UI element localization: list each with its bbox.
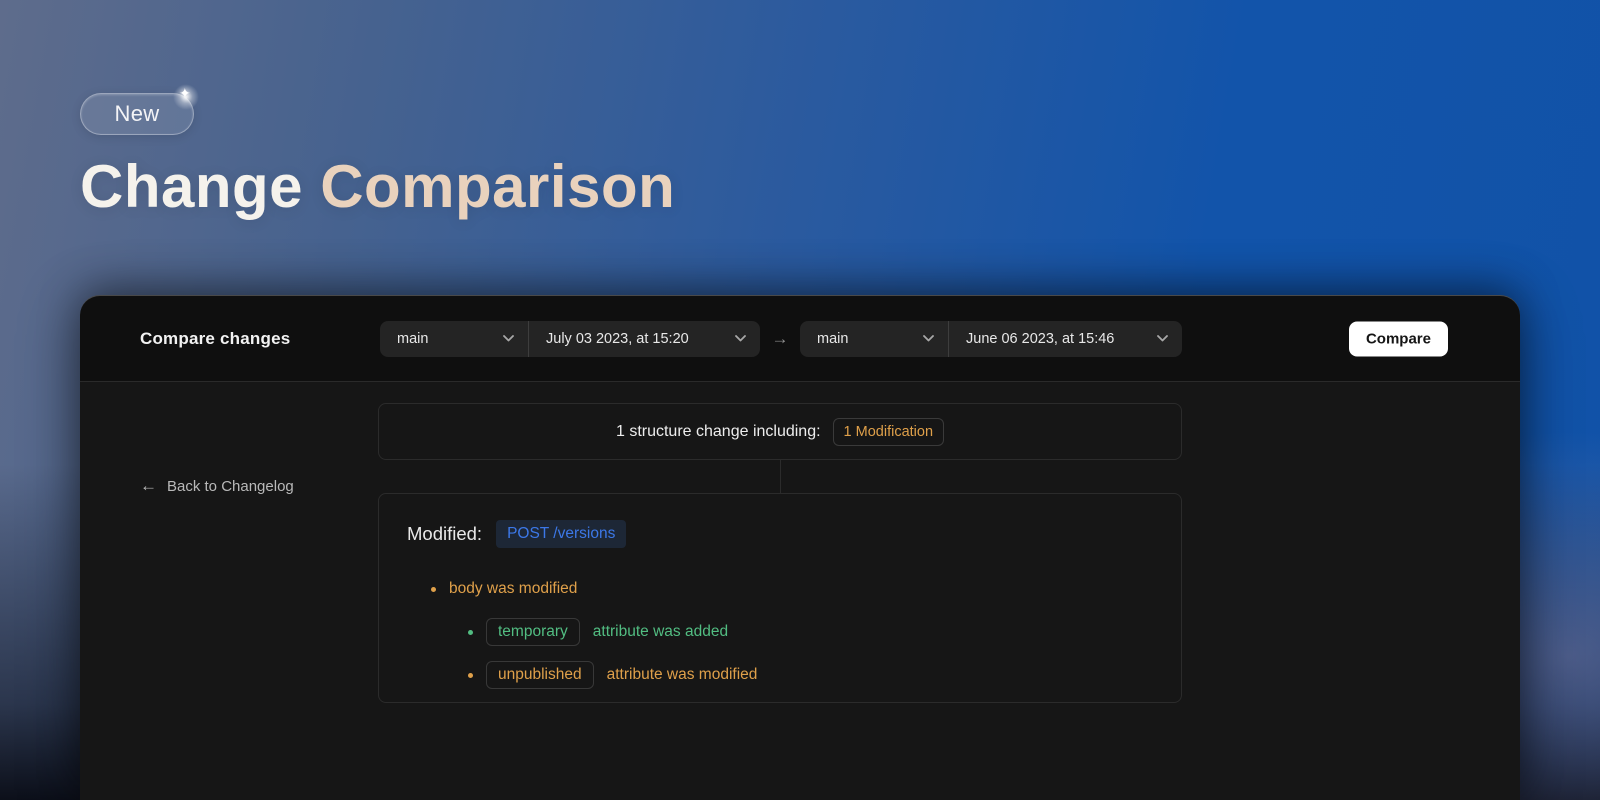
new-badge: New	[80, 93, 194, 135]
tree-connector-line	[780, 460, 781, 493]
summary-text: 1 structure change including:	[616, 423, 821, 441]
bullet-dot-icon	[431, 587, 436, 592]
source-date-value: July 03 2023, at 15:20	[546, 331, 689, 347]
back-to-changelog-link[interactable]: ← Back to Changelog	[140, 476, 294, 496]
source-date-dropdown[interactable]: July 03 2023, at 15:20	[529, 321, 760, 357]
list-item: unpublished attribute was modified	[468, 661, 1153, 689]
bullet-dot-icon	[468, 630, 473, 635]
compare-button[interactable]: Compare	[1349, 321, 1448, 356]
page-title-word-2: Comparison	[320, 153, 675, 220]
target-branch-dropdown[interactable]: main	[800, 321, 948, 357]
source-branch-value: main	[397, 331, 428, 347]
new-badge-label: New	[115, 101, 160, 127]
diff-item-text: body was modified	[449, 580, 577, 598]
diff-label: Modified:	[407, 523, 482, 545]
diff-item-list: body was modified temporary attribute wa…	[407, 575, 1153, 689]
diff-item-text: attribute was modified	[607, 666, 758, 684]
page-title-word-1: Change	[80, 153, 303, 220]
attribute-chip[interactable]: temporary	[486, 618, 580, 646]
target-date-dropdown[interactable]: June 06 2023, at 15:46	[949, 321, 1182, 357]
toolbar-title: Compare changes	[140, 329, 290, 349]
chevron-down-icon	[503, 335, 514, 342]
hero-section: New Change Comparison	[80, 93, 675, 217]
change-summary-box: 1 structure change including: 1 Modifica…	[378, 403, 1182, 460]
target-branch-value: main	[817, 331, 848, 347]
arrow-right-icon: →	[770, 329, 790, 349]
page-background: New Change Comparison Compare changes ma…	[0, 0, 1600, 800]
compare-toolbar: Compare changes main July 03 2023, at 15…	[80, 296, 1520, 382]
target-date-value: June 06 2023, at 15:46	[966, 331, 1114, 347]
comparison-panel: Compare changes main July 03 2023, at 15…	[80, 295, 1520, 800]
endpoint-chip[interactable]: POST /versions	[496, 520, 626, 548]
list-item: temporary attribute was added	[468, 618, 1153, 646]
modification-count-badge[interactable]: 1 Modification	[833, 418, 944, 446]
diff-detail-box: Modified: POST /versions body was modifi…	[378, 493, 1182, 703]
bullet-dot-icon	[468, 673, 473, 678]
attribute-chip[interactable]: unpublished	[486, 661, 594, 689]
back-link-label: Back to Changelog	[167, 478, 294, 495]
chevron-down-icon	[923, 335, 934, 342]
target-version-select[interactable]: main June 06 2023, at 15:46	[800, 321, 1182, 357]
source-version-select[interactable]: main July 03 2023, at 15:20	[380, 321, 760, 357]
chevron-down-icon	[1157, 335, 1168, 342]
diff-item-text: attribute was added	[593, 623, 728, 641]
diff-header-row: Modified: POST /versions	[407, 520, 1153, 548]
page-title: Change Comparison	[80, 157, 675, 217]
sparkle-icon	[173, 84, 199, 110]
arrow-left-icon: ←	[140, 476, 157, 496]
list-item: body was modified	[431, 575, 1153, 603]
chevron-down-icon	[735, 335, 746, 342]
source-branch-dropdown[interactable]: main	[380, 321, 528, 357]
